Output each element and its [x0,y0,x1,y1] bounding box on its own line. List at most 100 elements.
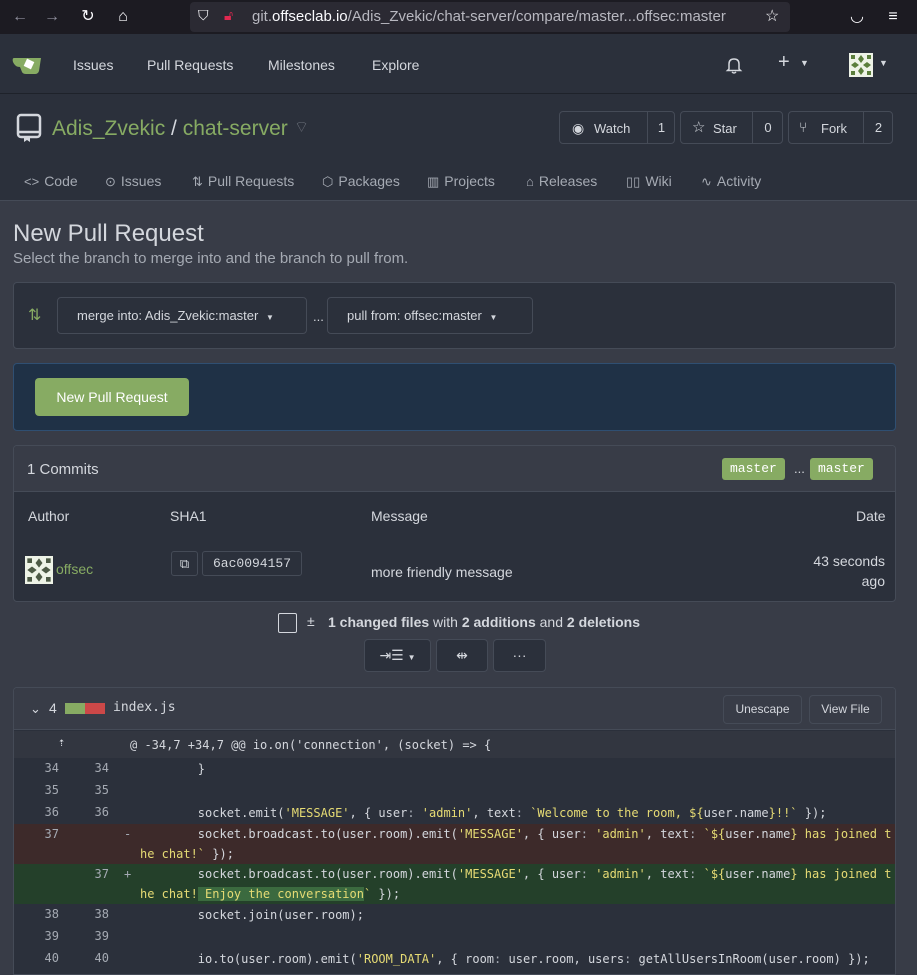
home-icon[interactable]: ⌂ [113,7,133,27]
watch-button[interactable]: ◉ Watch 1 [559,111,675,144]
diff-line: 34 34 } [14,758,895,780]
file-tree-toggle-icon[interactable] [278,613,297,633]
deletions-count: 2 deletions [566,614,641,630]
create-plus-icon[interactable]: + [778,51,790,74]
package-icon: ⬡ [322,174,334,189]
column-message: Message [371,508,428,524]
head-branch-badge[interactable]: master [810,458,873,480]
new-pr-panel: New Pull Request [13,363,896,431]
whitespace-icon: ⇥☰ [379,647,404,663]
diff-line: 40 40 io.to(user.room).emit('ROOM_DATA', … [14,948,895,970]
tab-wiki[interactable]: ▯▯ Wiki [626,173,672,190]
fork-button[interactable]: ⑂ Fork 2 [788,111,893,144]
reload-icon[interactable]: ↻ [78,7,98,27]
bookmark-star-icon[interactable]: ☆ [765,6,779,26]
pocket-icon[interactable]: ◡ [847,7,867,27]
tab-packages[interactable]: ⬡ Packages [322,173,400,190]
nav-milestones[interactable]: Milestones [268,57,335,73]
nav-pull-requests[interactable]: Pull Requests [147,57,233,73]
repo-title: Adis_Zvekic / chat-server [52,117,288,141]
tab-activity[interactable]: ∿ Activity [701,173,761,190]
line-code: } [140,762,206,776]
compare-arrows-icon: ⇅ [28,307,42,324]
book-icon: ▯▯ [626,174,641,189]
file-header: ⌄ 4 index.js Unescape View File [14,688,895,730]
author-link[interactable]: offsec [56,561,93,577]
tab-projects[interactable]: ▥ Projects [427,173,495,190]
rss-icon[interactable]: ⌔ [294,117,309,137]
url-domain: offseclab.io [272,8,348,25]
pull-from-dropdown[interactable]: pull from: offsec:master ▼ [327,297,533,334]
expand-up-icon[interactable]: ⇡ [58,735,65,749]
caret-down-icon: ▼ [265,313,274,322]
url-text[interactable]: git.offseclab.io/Adis_Zvekic/chat-server… [252,8,726,25]
tab-code-label: Code [44,173,78,189]
author-avatar[interactable] [25,556,53,584]
copy-sha-button[interactable]: ⧉ [171,551,198,576]
fork-label: Fork [821,121,847,136]
new-pull-request-button[interactable]: New Pull Request [35,378,189,416]
more-options-button[interactable]: ··· [493,639,546,672]
commit-message-link[interactable]: more friendly message [371,564,513,580]
line-code: socket.broadcast.to(user.room).emit('MES… [140,867,892,901]
tab-pull-requests[interactable]: ⇅ Pull Requests [192,173,294,190]
added-line: 37 + socket.broadcast.to(user.room).emit… [14,864,895,904]
avatar[interactable] [849,53,873,77]
menu-icon[interactable]: ≡ [883,7,903,27]
page-title: New Pull Request [13,220,204,247]
whitespace-options-button[interactable]: ⇥☰ ▼ [364,639,431,672]
commits-count: 1 Commits [27,461,99,478]
diff-stat-icon: ± [307,613,315,629]
split-icon: ⇹ [456,647,468,663]
column-author: Author [28,508,70,524]
back-icon[interactable]: ← [10,7,30,27]
shield-icon[interactable]: ⛉ [198,7,209,24]
line-code: socket.emit('MESSAGE', { user: 'admin', … [140,806,827,820]
tab-code[interactable]: <> Code [24,173,78,189]
changed-files: 1 changed files [328,614,430,630]
deletion-marker: - [124,827,132,841]
pull-request-icon: ⇅ [192,174,203,189]
avatar-chevron-icon[interactable]: ▼ [879,58,888,68]
view-file-button[interactable]: View File [809,695,882,724]
gitea-logo-icon[interactable] [12,53,42,75]
repo-name-link[interactable]: chat-server [183,117,288,140]
watch-count[interactable]: 1 [647,112,675,143]
nav-explore[interactable]: Explore [372,57,419,73]
collapse-chevron-icon[interactable]: ⌄ [30,701,41,717]
old-line-number: 35 [44,783,59,797]
diff-line: 35 35 [14,780,895,802]
column-date: Date [856,508,886,524]
star-count[interactable]: 0 [752,112,783,143]
insecure-lock-icon[interactable]: 🔓︎ [224,7,233,24]
merge-into-dropdown[interactable]: merge into: Adis_Zvekic:master ▼ [57,297,307,334]
tab-issues[interactable]: ⊙ Issues [105,173,161,190]
forward-icon[interactable]: → [42,7,62,27]
nav-issues[interactable]: Issues [73,57,113,73]
tab-releases[interactable]: ⌂ Releases [526,173,597,189]
browser-toolbar: ← → ↻ ⌂ ⛉ 🔓︎ git.offseclab.io/Adis_Zveki… [0,0,917,34]
old-line-number: 38 [44,907,59,921]
tab-packages-label: Packages [338,173,400,189]
diff-line: 36 36 socket.emit('MESSAGE', { user: 'adm… [14,802,895,824]
additions-bar [65,703,85,714]
copy-icon: ⧉ [179,556,190,571]
address-bar[interactable]: ⛉ 🔓︎ git.offseclab.io/Adis_Zvekic/chat-s… [190,2,790,32]
additions-count: 2 additions [461,614,536,630]
repo-icon [16,113,42,142]
unescape-button[interactable]: Unescape [723,695,802,724]
sha-link[interactable]: 6ac0094157 [202,551,302,576]
branch-selector: ⇅ merge into: Adis_Zvekic:master ▼ ... p… [13,282,896,349]
star-button[interactable]: ☆ Star 0 [680,111,783,144]
commits-table: 1 Commits master ... master Author SHA1 … [13,445,896,602]
diff-line: 39 39 [14,926,895,948]
repo-owner-link[interactable]: Adis_Zvekic [52,117,165,140]
base-branch-badge[interactable]: master [722,458,785,480]
caret-down-icon: ▼ [489,313,498,322]
bell-icon[interactable] [725,56,743,74]
deleted-line: 37 - socket.broadcast.to(user.room).emit… [14,824,895,864]
chevron-down-icon[interactable]: ▼ [800,58,809,68]
split-view-button[interactable]: ⇹ [436,639,488,672]
kebab-icon: ··· [512,647,527,663]
fork-count[interactable]: 2 [863,112,893,143]
